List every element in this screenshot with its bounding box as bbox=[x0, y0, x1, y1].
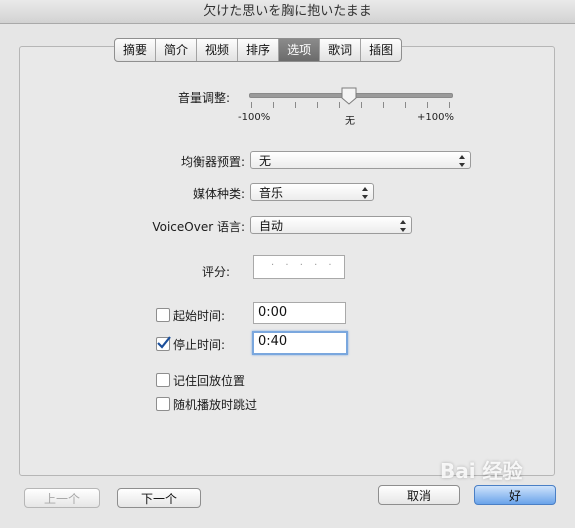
slider-tick bbox=[383, 102, 384, 108]
start-time-field[interactable]: 0:00 bbox=[253, 302, 346, 324]
slider-tick bbox=[251, 102, 252, 108]
start-time-label: 起始时间: bbox=[173, 309, 226, 323]
checkmark-icon bbox=[157, 336, 171, 349]
voiceover-label: VoiceOver 语言: bbox=[152, 220, 245, 234]
skip-shuffle-label: 随机播放时跳过 bbox=[173, 398, 258, 412]
media-kind-label: 媒体种类: bbox=[192, 187, 245, 201]
stop-time-field[interactable]: 0:40 bbox=[252, 331, 348, 355]
remember-position-label: 记住回放位置 bbox=[173, 374, 246, 388]
volume-max-label: +100% bbox=[417, 112, 454, 123]
equalizer-value: 无 bbox=[259, 154, 272, 168]
rating-label: 评分: bbox=[201, 265, 230, 279]
volume-mid-label: 无 bbox=[345, 116, 355, 127]
equalizer-label: 均衡器预置: bbox=[180, 155, 245, 169]
slider-tick bbox=[405, 102, 406, 108]
slider-tick bbox=[339, 102, 340, 108]
next-button[interactable]: 下一个 bbox=[117, 488, 201, 508]
tab-summary[interactable]: 摘要 bbox=[115, 39, 157, 61]
rating-dots: · · · · · bbox=[271, 260, 336, 271]
updown-arrows-icon bbox=[362, 187, 368, 199]
slider-tick bbox=[295, 102, 296, 108]
updown-arrows-icon bbox=[400, 220, 406, 232]
dialog-window: 欠けた思いを胸に抱いたまま 摘要 简介 视频 排序 选项 歌词 插图 音量调整:… bbox=[0, 0, 575, 528]
voiceover-value: 自动 bbox=[259, 219, 284, 233]
tab-options[interactable]: 选项 bbox=[279, 39, 321, 61]
stop-time-label: 停止时间: bbox=[173, 338, 226, 352]
media-kind-select[interactable]: 音乐 bbox=[250, 183, 374, 201]
window-title: 欠けた思いを胸に抱いたまま bbox=[0, 0, 575, 24]
tab-sorting[interactable]: 排序 bbox=[238, 39, 280, 61]
slider-tick bbox=[273, 102, 274, 108]
remember-position-checkbox[interactable] bbox=[156, 373, 170, 387]
start-time-checkbox[interactable] bbox=[156, 308, 170, 322]
updown-arrows-icon bbox=[459, 155, 465, 167]
tab-video[interactable]: 视频 bbox=[197, 39, 239, 61]
equalizer-select[interactable]: 无 bbox=[250, 151, 471, 169]
watermark-logo: Bai 经验 bbox=[440, 459, 523, 483]
tab-bar: 摘要 简介 视频 排序 选项 歌词 插图 bbox=[114, 38, 403, 62]
volume-label: 音量调整: bbox=[177, 91, 230, 105]
tab-info[interactable]: 简介 bbox=[156, 39, 198, 61]
slider-tick bbox=[427, 102, 428, 108]
previous-button[interactable]: 上一个 bbox=[24, 488, 100, 508]
volume-slider-knob[interactable] bbox=[341, 87, 357, 105]
slider-tick bbox=[317, 102, 318, 108]
tab-artwork[interactable]: 插图 bbox=[361, 39, 401, 61]
slider-tick bbox=[361, 102, 362, 108]
slider-tick bbox=[449, 102, 450, 108]
stop-time-checkbox[interactable] bbox=[156, 336, 171, 351]
voiceover-language-select[interactable]: 自动 bbox=[250, 216, 412, 234]
skip-shuffle-checkbox[interactable] bbox=[156, 397, 170, 411]
media-kind-value: 音乐 bbox=[259, 186, 284, 200]
tab-lyrics[interactable]: 歌词 bbox=[320, 39, 362, 61]
volume-min-label: -100% bbox=[238, 112, 271, 123]
